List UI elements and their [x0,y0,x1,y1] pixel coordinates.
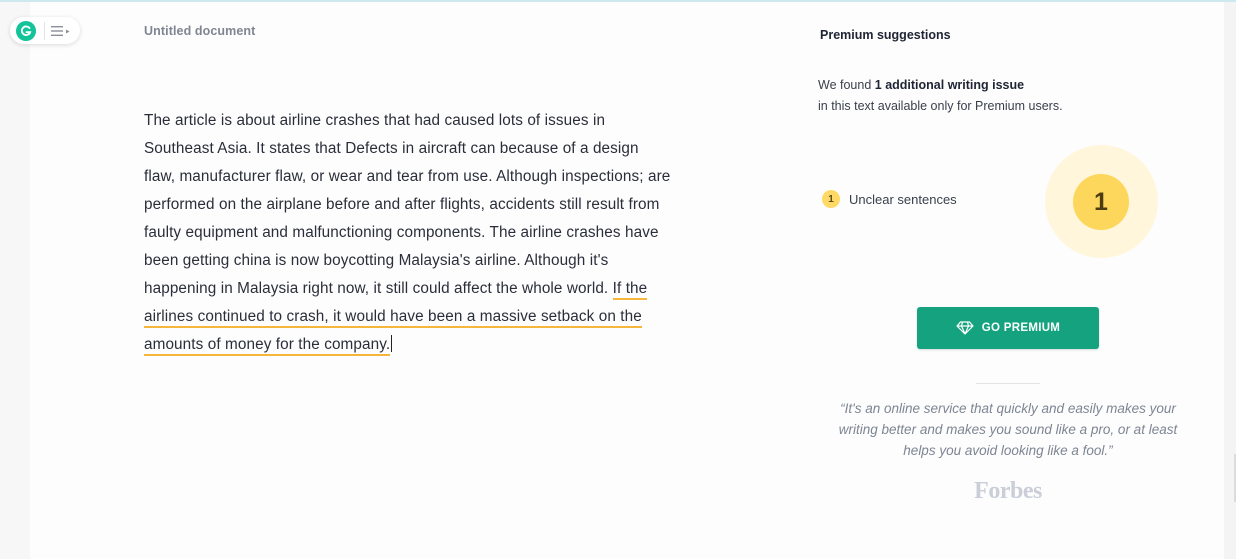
go-premium-button[interactable]: GO PREMIUM [917,307,1099,349]
diamond-icon [956,321,974,335]
issue-summary-subtext: in this text available only for Premium … [818,99,1063,113]
menu-button[interactable] [51,25,71,37]
scrollbar-track[interactable] [1224,2,1236,559]
top-accent-bar [0,0,1236,2]
score-circle: 1 [1073,174,1129,230]
issue-category-label: Unclear sentences [849,191,957,207]
document-editor[interactable]: The article is about airline crashes tha… [144,107,674,359]
issue-summary-count: 1 additional writing issue [874,78,1025,92]
divider [976,383,1040,384]
forbes-logo: Forbes [974,478,1042,504]
toolbar-divider [44,21,45,40]
document-body-text: The article is about airline crashes tha… [144,112,671,297]
document-title[interactable]: Untitled document [144,24,255,38]
panel-title: Premium suggestions [820,28,951,42]
issue-category-unclear-sentences[interactable]: 1 Unclear sentences [822,190,957,208]
testimonial-quote: “It's an online service that quickly and… [838,401,1178,458]
app-toolbar-pill [10,17,80,44]
issue-count-badge: 1 [822,190,840,208]
hamburger-menu-icon [51,25,70,36]
left-gutter [0,2,30,559]
go-premium-label: GO PREMIUM [981,322,1061,334]
text-cursor [391,335,393,352]
issue-summary-prefix: We found [818,78,875,92]
grammarly-g-icon[interactable] [16,20,36,41]
issue-summary: We found 1 additional writing issue [818,78,1024,92]
